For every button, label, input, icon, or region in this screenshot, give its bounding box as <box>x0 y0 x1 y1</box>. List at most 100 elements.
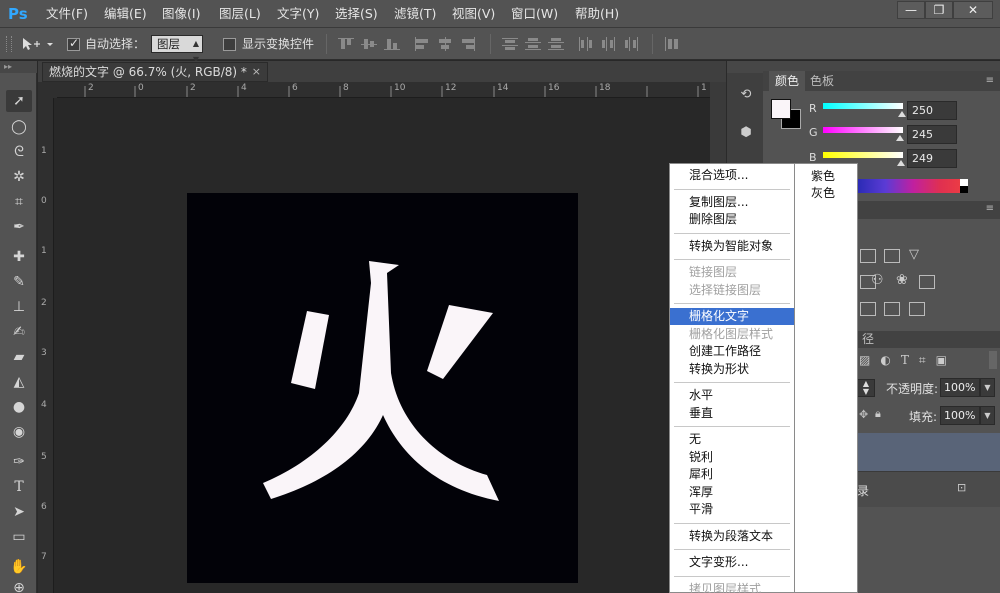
menu-type[interactable]: 文字(Y) <box>277 0 319 28</box>
channel-b-thumb[interactable] <box>897 160 905 166</box>
menu-layer[interactable]: 图层(L) <box>219 0 261 28</box>
submenu-item-purple[interactable]: 紫色 <box>811 168 835 184</box>
blend-mode-stepper[interactable]: ▲ ▼ <box>857 379 875 397</box>
align-right-icon[interactable] <box>460 37 476 51</box>
context-menu-item[interactable]: 转换为段落文本 <box>670 528 794 545</box>
auto-select-dropdown[interactable]: 图层 ▲ ▼ <box>151 35 203 64</box>
align-vcenter-icon[interactable] <box>361 37 377 51</box>
selective-color-icon[interactable] <box>909 302 925 316</box>
move-tool-icon[interactable]: ➚ <box>6 90 32 112</box>
context-menu-item[interactable]: 复制图层... <box>670 194 794 211</box>
menu-edit[interactable]: 编辑(E) <box>104 0 147 28</box>
align-hcenter-icon[interactable] <box>437 37 453 51</box>
context-menu-item[interactable]: 锐利 <box>670 449 794 466</box>
channel-b-field[interactable]: 249 <box>907 149 957 168</box>
channel-mixer-icon[interactable]: ❀ <box>896 272 908 288</box>
channel-r-thumb[interactable] <box>898 111 906 117</box>
layer-filter-icons[interactable]: ▨◐T⌗▣ <box>859 353 957 368</box>
panel-grip[interactable] <box>763 61 1000 71</box>
strip-grip[interactable] <box>727 61 764 73</box>
align-left-icon[interactable] <box>414 37 430 51</box>
opacity-dropdown-icon[interactable]: ▼ <box>980 378 995 397</box>
panel-menu-icon[interactable]: ≡ <box>986 203 994 214</box>
cube-3d-icon[interactable]: ⬢ <box>736 123 756 143</box>
context-menu-item[interactable]: 创建工作路径 <box>670 343 794 360</box>
vertical-ruler[interactable]: 1 0 1 2 3 4 5 6 7 <box>38 98 54 593</box>
auto-align-layers-icon[interactable] <box>664 37 680 51</box>
magic-wand-icon[interactable]: ✲ <box>6 166 32 188</box>
menu-filter[interactable]: 滤镜(T) <box>394 0 436 28</box>
horizontal-ruler[interactable]: 2 0 2 4 6 8 10 12 14 16 18 1 <box>57 82 710 98</box>
type-tool-icon[interactable]: T <box>6 476 32 498</box>
context-menu-item[interactable]: 删除图层 <box>670 211 794 228</box>
layer-row[interactable]: 录 ⊡ <box>857 471 1000 507</box>
context-menu-item[interactable]: 转换为形状 <box>670 361 794 378</box>
context-menu-item[interactable]: 水平 <box>670 387 794 404</box>
context-menu-item[interactable]: 犀利 <box>670 466 794 483</box>
document-tab[interactable]: 燃烧的文字 @ 66.7% (火, RGB/8) * × <box>42 62 268 82</box>
hand-icon[interactable]: ✋ <box>6 556 32 578</box>
spectrum-white[interactable] <box>960 179 968 186</box>
elliptical-marquee-icon[interactable]: ◯ <box>6 116 32 138</box>
threshold-icon[interactable] <box>884 302 900 316</box>
history-icon[interactable]: ⟲ <box>736 85 756 105</box>
brush-icon[interactable]: ✎ <box>6 271 32 293</box>
distribute-top-icon[interactable] <box>502 37 518 51</box>
eyedropper-icon[interactable]: ✒ <box>6 216 32 238</box>
distribute-right-icon[interactable] <box>624 37 640 51</box>
distribute-hcenter-icon[interactable] <box>601 37 617 51</box>
menu-file[interactable]: 文件(F) <box>46 0 88 28</box>
close-tab-icon[interactable]: × <box>252 63 261 81</box>
menu-window[interactable]: 窗口(W) <box>511 0 558 28</box>
layer-row-selected[interactable] <box>857 433 1000 471</box>
pen-icon[interactable]: ✑ <box>6 451 32 473</box>
filter-toggle[interactable] <box>989 351 997 369</box>
rectangle-shape-icon[interactable]: ▭ <box>6 526 32 548</box>
menu-image[interactable]: 图像(I) <box>162 0 200 28</box>
document-canvas[interactable]: 火 <box>187 193 578 583</box>
distribute-vcenter-icon[interactable] <box>525 37 541 51</box>
tab-color[interactable]: 颜色 <box>769 71 806 91</box>
paint-bucket-icon[interactable]: ◭ <box>6 371 32 393</box>
align-top-icon[interactable] <box>338 37 354 51</box>
context-menu-item[interactable]: 平滑 <box>670 501 794 518</box>
history-brush-icon[interactable]: ✍ <box>6 321 32 343</box>
fill-dropdown-icon[interactable]: ▼ <box>980 406 995 425</box>
lock-position-icon[interactable]: ✥ <box>859 408 868 421</box>
auto-select-checkbox[interactable] <box>67 36 80 51</box>
vibrance-adjustment-icon[interactable]: ▽ <box>909 247 919 262</box>
menu-help[interactable]: 帮助(H) <box>575 0 619 28</box>
channel-b-slider[interactable] <box>823 152 903 158</box>
posterize-icon[interactable] <box>860 302 876 316</box>
tools-panel-grip[interactable]: ▸▸ <box>0 61 37 73</box>
curves-adjustment-icon[interactable] <box>860 249 876 263</box>
context-menu-item[interactable]: 垂直 <box>670 405 794 422</box>
channel-g-slider[interactable] <box>823 127 903 133</box>
photo-filter-icon[interactable]: ⚇ <box>871 272 884 288</box>
spectrum-black[interactable] <box>960 186 968 193</box>
exposure-adjustment-icon[interactable] <box>884 249 900 263</box>
opacity-field[interactable]: 100% <box>940 378 980 397</box>
context-menu-item[interactable]: 混合选项... <box>670 167 794 184</box>
context-menu-item[interactable]: 文字变形... <box>670 554 794 571</box>
lock-all-icon[interactable]: 🔒︎ <box>875 407 881 421</box>
crop-icon[interactable]: ⌗ <box>6 191 32 213</box>
restore-button[interactable]: ❐ <box>925 1 953 19</box>
channel-g-field[interactable]: 245 <box>907 125 957 144</box>
foreground-color-swatch[interactable] <box>771 99 791 119</box>
context-menu-item[interactable]: 浑厚 <box>670 484 794 501</box>
zoom-icon[interactable]: ⊕ <box>6 577 32 593</box>
tab-swatches[interactable]: 色板 <box>804 71 840 91</box>
clone-stamp-icon[interactable]: ⊥ <box>6 296 32 318</box>
channel-r-slider[interactable] <box>823 103 903 109</box>
align-bottom-icon[interactable] <box>384 37 400 51</box>
fill-field[interactable]: 100% <box>940 406 980 425</box>
ruler-origin[interactable] <box>38 82 57 98</box>
minimize-button[interactable]: — <box>897 1 925 19</box>
channel-r-field[interactable]: 250 <box>907 101 957 120</box>
tab-paths-fragment[interactable]: 径 <box>856 331 880 348</box>
context-menu-item[interactable]: 栅格化文字 <box>670 308 794 325</box>
close-window-button[interactable]: ✕ <box>953 1 993 19</box>
healing-brush-icon[interactable]: ✚ <box>6 246 32 268</box>
blur-icon[interactable]: ● <box>6 396 32 418</box>
